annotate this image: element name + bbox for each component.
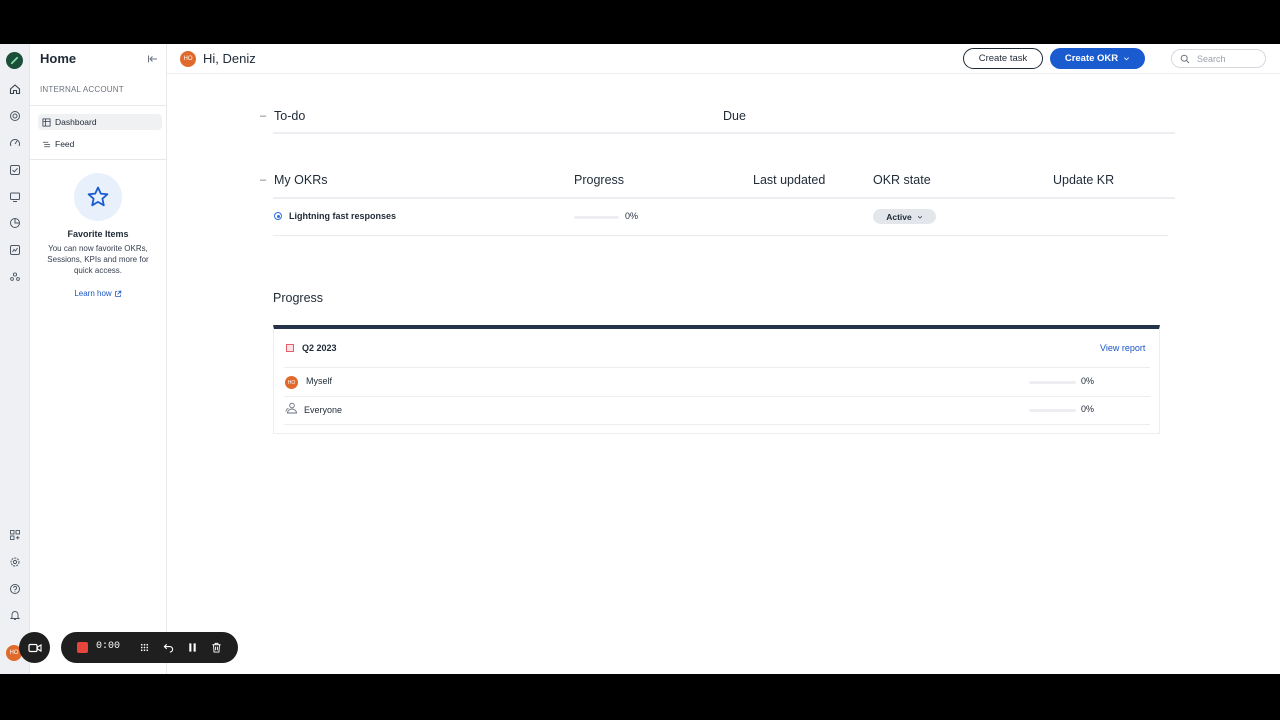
progress-title: Progress	[273, 291, 324, 305]
okr-progress-bar	[574, 216, 619, 219]
chevron-down-icon	[917, 215, 922, 219]
divider	[30, 105, 166, 106]
chevron-down-icon	[1124, 57, 1130, 61]
okrs-col-update: Update KR	[1053, 173, 1115, 187]
stop-recording-button[interactable]	[77, 642, 88, 653]
okr-progress-value: 0%	[625, 211, 639, 221]
group-icon	[285, 402, 297, 414]
top-bar: HO Hi, Deniz Create task Create OKR	[167, 44, 1280, 74]
okrs-title: My OKRs	[274, 173, 328, 187]
create-okr-label: Create OKR	[1064, 53, 1119, 64]
learn-how-label: Learn how	[74, 289, 112, 298]
recording-timer: 0:00	[96, 641, 121, 652]
drag-handle-icon[interactable]	[137, 640, 152, 655]
progress-row-label: Everyone	[304, 405, 343, 415]
divider	[284, 367, 1150, 368]
progress-row-value: 0%	[1081, 376, 1095, 386]
apps-icon[interactable]	[4, 524, 25, 545]
progress-row-value: 0%	[1081, 404, 1095, 414]
kpi-icon[interactable]	[4, 239, 25, 260]
okr-state-dropdown[interactable]: Active	[873, 209, 936, 224]
gear-icon[interactable]	[4, 551, 25, 572]
okr-state-label: Active	[886, 211, 912, 222]
create-okr-button[interactable]: Create OKR	[1050, 48, 1145, 69]
divider	[284, 396, 1150, 397]
collapse-sidebar-icon[interactable]	[147, 53, 159, 65]
favorite-star-icon	[74, 173, 122, 221]
progress-row-label: Myself	[306, 376, 333, 386]
favorites-title: Favorite Items	[67, 229, 129, 239]
camera-button[interactable]	[19, 632, 50, 663]
sidebar-item-dashboard[interactable]: Dashboard	[38, 114, 162, 130]
checkbox-icon[interactable]	[4, 159, 25, 180]
people-icon[interactable]	[4, 266, 25, 287]
app-window: HO Home INTERNAL ACCOUNT Dashboard Feed …	[0, 44, 1280, 674]
bell-icon[interactable]	[4, 604, 25, 625]
calendar-icon	[286, 344, 294, 352]
help-icon[interactable]	[4, 578, 25, 599]
divider	[284, 424, 1150, 425]
monitor-icon[interactable]	[4, 186, 25, 207]
learn-how-link[interactable]: Learn how	[30, 289, 166, 298]
search-box[interactable]	[1171, 49, 1266, 68]
search-input[interactable]	[1195, 52, 1265, 65]
home-icon[interactable]	[4, 78, 25, 99]
sidebar-item-feed[interactable]: Feed	[38, 136, 162, 152]
external-link-icon	[114, 290, 121, 297]
view-report-link[interactable]: View report	[1100, 343, 1145, 353]
sidebar-title: Home	[40, 51, 77, 66]
divider	[273, 132, 1175, 134]
divider	[30, 159, 166, 160]
progress-card: Q2 2023 View report HO Myself 0% Everyon…	[273, 325, 1160, 434]
okrs-collapse-toggle[interactable]: –	[260, 174, 266, 186]
period-label: Q2 2023	[302, 343, 337, 353]
todo-title: To-do	[274, 109, 306, 123]
pie-chart-icon[interactable]	[4, 212, 25, 233]
favorites-description: You can now favorite OKRs, Sessions, KPI…	[47, 244, 149, 275]
logo-icon[interactable]	[6, 52, 23, 69]
search-icon	[1180, 54, 1190, 63]
todo-collapse-toggle[interactable]: –	[260, 110, 266, 122]
pause-icon[interactable]	[185, 640, 200, 655]
okrs-col-last-updated: Last updated	[753, 173, 826, 187]
okrs-col-state: OKR state	[873, 173, 931, 187]
sidebar-item-label: Feed	[55, 139, 75, 149]
sidebar: Home INTERNAL ACCOUNT Dashboard Feed Fav…	[30, 44, 167, 674]
account-label: INTERNAL ACCOUNT	[40, 85, 124, 94]
create-task-button[interactable]: Create task	[963, 48, 1043, 69]
recording-toolbar: 0:00	[61, 632, 238, 663]
sidebar-item-label: Dashboard	[55, 117, 97, 127]
okrs-col-progress: Progress	[574, 173, 625, 187]
divider	[273, 235, 1168, 236]
objective-icon	[274, 212, 282, 220]
list-icon	[42, 141, 51, 147]
okr-name[interactable]: Lightning fast responses	[289, 211, 396, 221]
icon-rail: HO	[0, 44, 30, 674]
divider	[273, 197, 1175, 199]
table-icon	[42, 117, 51, 127]
trash-icon[interactable]	[209, 640, 224, 655]
greeting: Hi, Deniz	[203, 51, 256, 66]
undo-icon[interactable]	[161, 640, 176, 655]
progress-bar	[1029, 381, 1076, 384]
target-icon[interactable]	[4, 105, 25, 126]
progress-bar	[1029, 409, 1076, 412]
greeting-avatar: HO	[180, 51, 196, 67]
avatar: HO	[285, 376, 298, 389]
todo-due-header: Due	[723, 109, 746, 123]
gauge-icon[interactable]	[4, 132, 25, 153]
video-camera-icon	[27, 643, 42, 652]
